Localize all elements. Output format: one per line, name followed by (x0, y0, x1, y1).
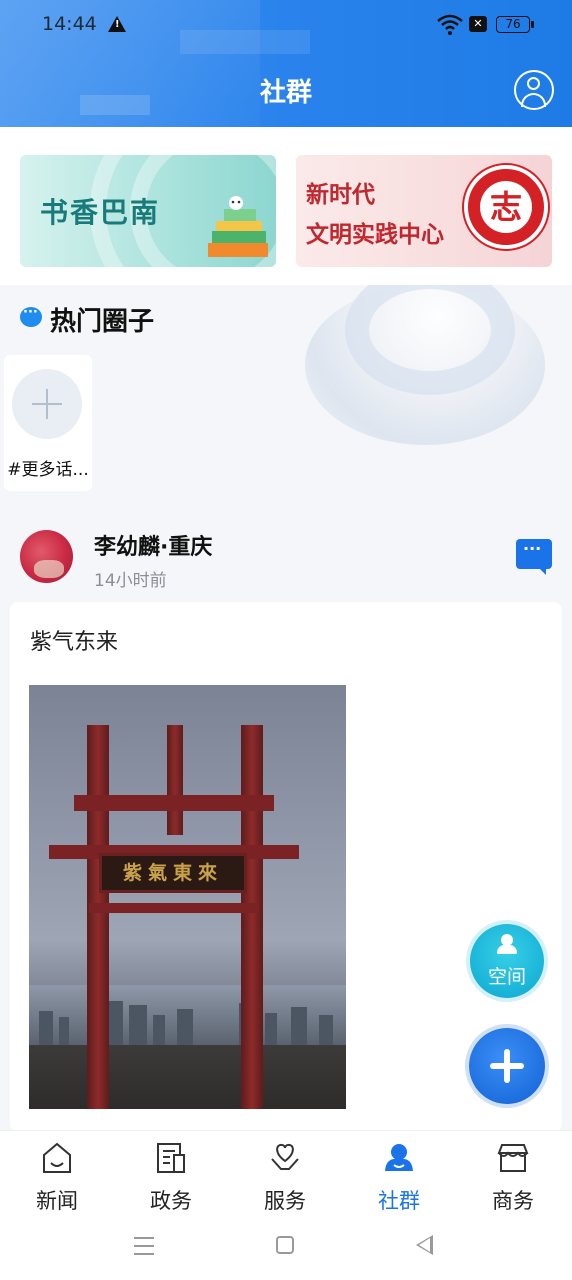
banner-book-fragrance[interactable]: 书香巴南 (20, 155, 276, 267)
heart-hand-icon (271, 1143, 299, 1170)
chat-bubble-icon (20, 305, 42, 327)
bottom-nav: 新闻 政务 服务 社群 商务 (0, 1130, 572, 1225)
post-author[interactable]: 李幼麟·重庆 (94, 529, 212, 561)
banner-civilization-center[interactable]: 新时代 文明实践中心 志 (296, 155, 552, 267)
post-photo[interactable]: 紫氣東來 (29, 685, 346, 1109)
plus-icon (12, 369, 82, 439)
post-header: 李幼麟·重庆 14小时前 (0, 505, 572, 600)
tab-services[interactable]: 服务 (228, 1131, 342, 1226)
status-time: 14:44 (42, 13, 97, 35)
tab-business[interactable]: 商务 (456, 1131, 570, 1226)
news-icon (43, 1142, 71, 1173)
back-icon[interactable] (416, 1235, 433, 1255)
user-icon[interactable] (514, 70, 554, 110)
wifi-icon (437, 14, 463, 35)
document-icon (157, 1143, 185, 1173)
hot-circles-section: 热门圈子 #更多话... (0, 285, 572, 505)
page-title: 社群 (259, 78, 312, 108)
banner-label: 新时代 文明实践中心 (306, 181, 444, 248)
books-icon (208, 196, 268, 257)
system-nav-bar (0, 1225, 572, 1280)
more-topics-label: #更多话... (7, 460, 89, 480)
space-button-label: 空间 (487, 966, 526, 988)
tab-label: 政务 (150, 1189, 192, 1213)
app-header: 14:44 ✕ 76 社群 (0, 0, 572, 127)
tab-news[interactable]: 新闻 (0, 1131, 114, 1226)
tab-label: 新闻 (36, 1189, 78, 1213)
warning-icon (108, 16, 126, 32)
tab-government[interactable]: 政务 (114, 1131, 228, 1226)
message-icon[interactable] (516, 539, 552, 575)
photo-plaque: 紫氣東來 (99, 853, 247, 893)
avatar[interactable] (20, 530, 73, 583)
section-title: 热门圈子 (50, 307, 155, 337)
add-post-button[interactable] (469, 1028, 545, 1104)
tab-community[interactable]: 社群 (342, 1131, 456, 1226)
tab-label: 社群 (378, 1189, 420, 1213)
store-icon (497, 1144, 529, 1172)
tab-label: 服务 (264, 1189, 306, 1213)
community-icon (385, 1144, 413, 1171)
banner-row: 书香巴南 新时代 文明实践中心 志 (0, 127, 572, 285)
volunteer-seal-icon: 志 (464, 165, 548, 249)
battery-indicator: 76 (496, 16, 534, 33)
tab-label: 商务 (492, 1189, 534, 1213)
post-timestamp: 14小时前 (94, 571, 167, 591)
sim-off-icon: ✕ (469, 16, 487, 32)
person-icon (497, 934, 517, 954)
status-bar: 14:44 ✕ 76 (0, 0, 572, 50)
banner-label: 书香巴南 (40, 196, 161, 229)
post-text: 紫气东来 (30, 630, 119, 655)
more-topics-card[interactable]: #更多话... (4, 355, 92, 491)
recent-apps-icon[interactable] (134, 1237, 154, 1255)
space-button[interactable]: 空间 (470, 924, 544, 998)
home-icon[interactable] (276, 1236, 294, 1254)
